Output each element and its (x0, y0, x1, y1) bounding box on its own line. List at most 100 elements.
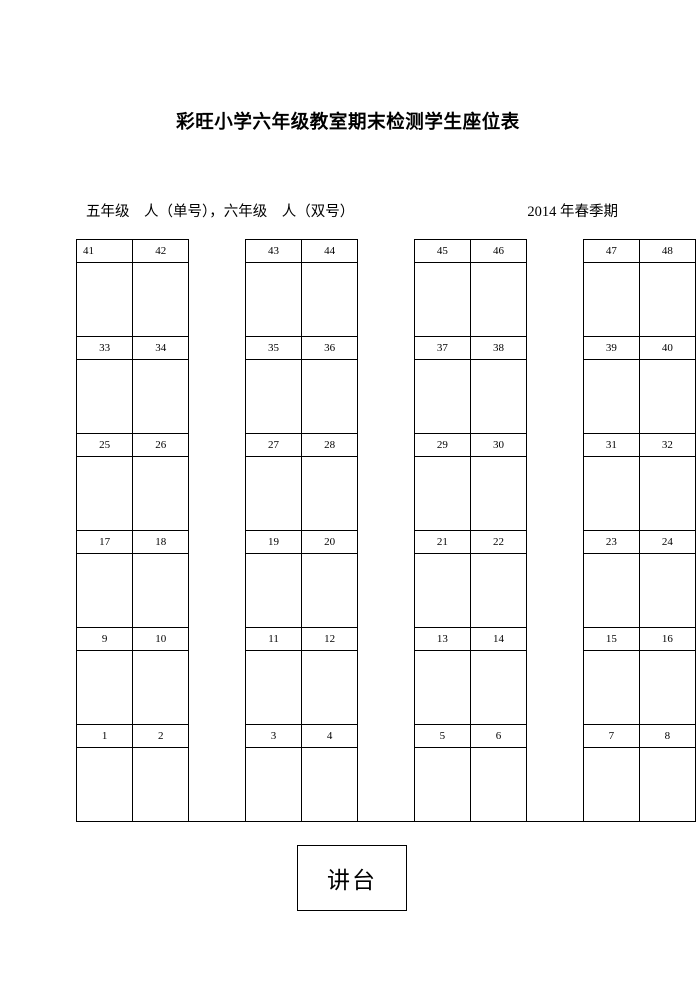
seat-number-cell[interactable]: 9 (75, 627, 134, 651)
seat-name-cell[interactable] (132, 456, 190, 531)
seat-name-cell[interactable] (301, 456, 359, 531)
seat-name-cell[interactable] (301, 262, 359, 337)
seat-number-cell[interactable]: 42 (132, 239, 190, 263)
seat-number-cell[interactable]: 48 (638, 239, 696, 263)
seat-number-cell[interactable]: 3 (245, 724, 303, 748)
seat-number-cell[interactable]: 1 (75, 724, 134, 748)
seat-number-cell[interactable]: 29 (413, 433, 471, 457)
seat-number-cell[interactable]: 38 (469, 336, 528, 360)
seat-name-cell[interactable] (638, 747, 696, 822)
seat-name-cell[interactable] (301, 553, 359, 628)
seat-number-cell[interactable]: 10 (132, 627, 190, 651)
seat-number-cell[interactable]: 19 (245, 530, 303, 554)
seat-name-cell[interactable] (132, 262, 190, 337)
seat-number-cell[interactable]: 14 (469, 627, 528, 651)
seat-number-cell[interactable]: 36 (301, 336, 359, 360)
seat-number-cell[interactable]: 27 (245, 433, 303, 457)
seat-number-cell[interactable]: 7 (582, 724, 640, 748)
seat-name-cell[interactable] (582, 262, 640, 337)
seat-number-cell[interactable]: 18 (132, 530, 190, 554)
seat-name-cell[interactable] (245, 747, 303, 822)
seat-number-cell[interactable]: 15 (582, 627, 640, 651)
seat-number-cell[interactable]: 2 (132, 724, 190, 748)
seat-name-cell[interactable] (301, 359, 359, 434)
seat-number-cell[interactable]: 46 (469, 239, 528, 263)
seat-number-cell[interactable]: 20 (301, 530, 359, 554)
seat-name-cell[interactable] (245, 359, 303, 434)
seat-number-cell[interactable]: 30 (469, 433, 528, 457)
seat-number-cell[interactable]: 8 (638, 724, 696, 748)
seat-name-cell[interactable] (469, 262, 528, 337)
seat-name-cell[interactable] (413, 650, 471, 725)
seat-name-cell[interactable] (301, 747, 359, 822)
seat-number-cell[interactable]: 35 (245, 336, 303, 360)
seat-name-cell[interactable] (245, 456, 303, 531)
seat-number-cell[interactable]: 17 (75, 530, 134, 554)
seat-name-cell[interactable] (638, 262, 696, 337)
seat-name-cell[interactable] (132, 553, 190, 628)
seat-number-cell[interactable]: 31 (582, 433, 640, 457)
seat-number-cell[interactable]: 45 (413, 239, 471, 263)
seat-number-cell[interactable]: 11 (245, 627, 303, 651)
seat-name-cell[interactable] (413, 359, 471, 434)
seat-number-cell[interactable]: 44 (301, 239, 359, 263)
seat-name-cell[interactable] (75, 359, 134, 434)
seat-name-cell[interactable] (638, 553, 696, 628)
seat-name-cell[interactable] (132, 747, 190, 822)
seat-name-cell[interactable] (582, 456, 640, 531)
seat-name-cell[interactable] (245, 262, 303, 337)
seat-number-cell[interactable]: 33 (75, 336, 134, 360)
seat-number-cell[interactable]: 4 (301, 724, 359, 748)
seat-number-cell[interactable]: 39 (582, 336, 640, 360)
seat-name-cell[interactable] (469, 359, 528, 434)
seat-number-cell[interactable]: 24 (638, 530, 696, 554)
seat-number-cell[interactable]: 16 (638, 627, 696, 651)
seat-name-cell[interactable] (582, 650, 640, 725)
seat-name-cell[interactable] (582, 553, 640, 628)
seat-name-cell[interactable] (469, 456, 528, 531)
seat-name-cell[interactable] (75, 456, 134, 531)
aisle-cell (188, 433, 247, 457)
aisle-cell (188, 553, 247, 628)
seat-number-cell[interactable]: 40 (638, 336, 696, 360)
seat-number-cell[interactable]: 12 (301, 627, 359, 651)
seat-name-cell[interactable] (245, 650, 303, 725)
seat-number-cell[interactable]: 6 (469, 724, 528, 748)
seat-name-cell[interactable] (469, 650, 528, 725)
seat-number-cell[interactable]: 22 (469, 530, 528, 554)
seat-name-cell[interactable] (638, 650, 696, 725)
seat-number-cell[interactable]: 23 (582, 530, 640, 554)
seat-name-cell[interactable] (413, 747, 471, 822)
seat-name-cell[interactable] (582, 359, 640, 434)
seat-number-cell[interactable]: 25 (75, 433, 134, 457)
seat-name-cell[interactable] (582, 747, 640, 822)
seating-table: 41 42 43 44 45 46 47 48 33 34 35 36 37 38 39 40 25 26 27 28… (75, 239, 696, 822)
seat-name-cell[interactable] (301, 650, 359, 725)
seat-name-cell[interactable] (413, 553, 471, 628)
seat-name-cell[interactable] (469, 747, 528, 822)
seat-name-cell[interactable] (413, 262, 471, 337)
seat-number-cell[interactable]: 28 (301, 433, 359, 457)
seat-number-cell[interactable]: 13 (413, 627, 471, 651)
seat-number-cell[interactable]: 37 (413, 336, 471, 360)
seat-name-cell[interactable] (75, 553, 134, 628)
seat-name-cell[interactable] (638, 359, 696, 434)
seat-name-cell[interactable] (75, 262, 134, 337)
seat-name-cell[interactable] (132, 359, 190, 434)
seat-number-cell[interactable]: 21 (413, 530, 471, 554)
seat-number-cell[interactable]: 43 (245, 239, 303, 263)
seat-number-cell[interactable]: 34 (132, 336, 190, 360)
seat-number-cell[interactable]: 26 (132, 433, 190, 457)
seat-name-cell[interactable] (638, 456, 696, 531)
seat-number-cell[interactable]: 47 (582, 239, 640, 263)
seat-name-cell[interactable] (75, 747, 134, 822)
seat-number-cell[interactable]: 32 (638, 433, 696, 457)
seat-name-cell[interactable] (75, 650, 134, 725)
seat-name-cell[interactable] (132, 650, 190, 725)
seat-name-cell[interactable] (469, 553, 528, 628)
seat-name-cell[interactable] (245, 553, 303, 628)
aisle-cell (188, 530, 247, 554)
seat-number-cell[interactable]: 41 (75, 239, 134, 263)
seat-name-cell[interactable] (413, 456, 471, 531)
seat-number-cell[interactable]: 5 (413, 724, 471, 748)
